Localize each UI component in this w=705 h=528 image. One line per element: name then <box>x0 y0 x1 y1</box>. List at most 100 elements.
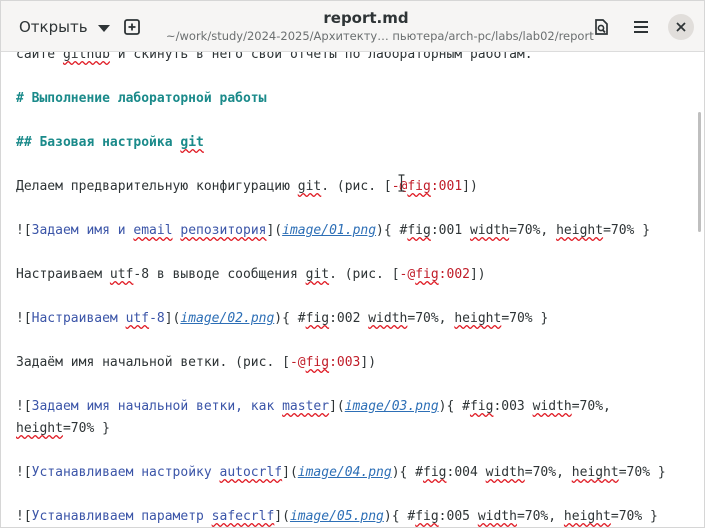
text-segment: =70%, <box>509 223 557 238</box>
text-segment: fig <box>407 179 431 194</box>
editor-line: ![Настраиваем utf-8](image/02.png){ #fig… <box>16 308 686 330</box>
editor-line: ## Базовая настройка git <box>16 132 686 154</box>
text-segment: git <box>297 179 322 194</box>
text-segment: =70% } <box>501 311 549 326</box>
text-segment: =70%, <box>524 465 572 480</box>
text-segment: github <box>62 52 110 62</box>
text-segment: fig <box>469 399 494 414</box>
text-segment: =70% } <box>603 223 651 238</box>
text-segment: Задаём имя начальной ветки. (рис. [ <box>16 355 290 370</box>
text-segment: сайте <box>16 52 63 62</box>
window-title: report.md <box>323 9 409 27</box>
text-segment: . (рис. [ <box>321 179 392 194</box>
editor-line: ![Задаем имя начальной ветки, как master… <box>16 396 686 418</box>
text-segment: =70%, <box>516 509 564 524</box>
text-segment: репозитория <box>180 223 267 238</box>
editor-line: ​ <box>16 330 686 352</box>
file-path-subtitle: ~/work/study/2024-2025/Архитекту… пьютер… <box>166 29 594 43</box>
text-segment: ){ # <box>438 399 470 414</box>
text-segment: utf <box>109 267 134 282</box>
text-segment: ){ # <box>274 311 306 326</box>
text-segment: safecrlf <box>211 509 275 524</box>
editor-line: ​ <box>16 374 686 396</box>
document-save-icon <box>595 19 608 35</box>
text-segment: Задаем имя начальной ветки, как <box>31 399 283 414</box>
window-title-area: report.md ~/work/study/2024-2025/Архитек… <box>166 9 594 44</box>
new-tab-button[interactable] <box>117 12 147 42</box>
editor-line: ​ <box>16 484 686 506</box>
text-segment: height <box>556 223 604 238</box>
text-segment: height <box>16 421 63 436</box>
text-segment: =70%, <box>571 399 611 414</box>
text-segment: ![ <box>16 399 32 414</box>
main-menu-button[interactable] <box>626 12 656 42</box>
text-segment: ]) <box>469 267 486 282</box>
text-segment: ]) <box>462 179 478 194</box>
text-segment: ]( <box>282 465 298 480</box>
text-segment: Настраиваем <box>31 311 126 326</box>
open-button[interactable]: Открыть <box>9 12 120 42</box>
text-segment: :002 <box>329 311 369 326</box>
text-segment: Делаем предварительную конфигурацию <box>16 179 298 194</box>
text-segment: -@ <box>289 355 306 370</box>
text-editor-area[interactable]: сайте github и скинуть в него свои отчет… <box>1 52 704 527</box>
text-cursor-icon <box>398 174 405 192</box>
text-segment: ]( <box>164 311 181 326</box>
editor-line: ​ <box>16 110 686 132</box>
text-segment: :002 <box>438 267 470 282</box>
editor-line: height=70% } <box>16 418 686 440</box>
text-segment: ![ <box>16 311 32 326</box>
text-segment: ){ # <box>383 509 416 524</box>
text-segment: utf <box>125 311 150 326</box>
text-segment: master <box>282 399 330 414</box>
text-segment: ![ <box>16 223 32 238</box>
close-window-button[interactable] <box>666 12 696 42</box>
text-segment: ## Базовая настройка <box>16 135 181 150</box>
save-as-button[interactable] <box>586 12 616 42</box>
text-segment: . (рис. [ <box>329 267 400 282</box>
text-segment: image/04.png <box>297 465 392 480</box>
editor-line: ​ <box>16 440 686 462</box>
text-segment: image/01.png <box>282 223 377 238</box>
close-button-circle <box>668 14 694 40</box>
text-segment: -8 в выводе сообщения <box>133 267 306 282</box>
text-segment: autocrlf <box>219 465 283 480</box>
text-segment: width <box>469 223 510 238</box>
hamburger-menu-icon <box>634 21 648 33</box>
text-segment: # Выполнение лабораторной работы <box>16 91 267 106</box>
text-segment: fig <box>407 223 431 238</box>
chevron-down-icon <box>97 24 110 32</box>
text-segment: =70% } <box>618 465 666 480</box>
text-editor-window: Открыть report.md ~/work/study/2024-2025… <box>0 0 705 528</box>
text-segment: :003 <box>329 355 361 370</box>
editor-line: ![Устанавливаем настройку autocrlf](imag… <box>16 462 686 484</box>
text-segment: :004 <box>446 465 486 480</box>
text-segment: width <box>368 311 408 326</box>
header-bar: Открыть report.md ~/work/study/2024-2025… <box>1 1 704 52</box>
text-segment: Устанавливаем параметр <box>31 509 212 524</box>
editor-line: ​ <box>16 242 686 264</box>
text-segment: height <box>454 311 502 326</box>
text-segment: :005 <box>438 509 478 524</box>
text-segment: =70% } <box>610 509 658 524</box>
text-segment: height <box>563 509 611 524</box>
text-segment: ){ # <box>376 223 408 238</box>
text-segment: :001 <box>430 179 463 194</box>
text-segment: ]( <box>329 399 345 414</box>
text-segment: ){ # <box>391 465 424 480</box>
vertical-scrollbar[interactable] <box>698 112 701 232</box>
editor-line: сайте github и скинуть в него свои отчет… <box>16 52 686 66</box>
text-segment: email <box>133 223 173 238</box>
text-segment: :003 <box>493 399 533 414</box>
text-segment: image/02.png <box>180 311 275 326</box>
text-segment: ]( <box>266 223 283 238</box>
text-segment: Настраиваем <box>16 267 110 282</box>
text-segment: image/03.png <box>344 399 439 414</box>
new-tab-icon <box>124 19 140 35</box>
text-segment: =70% } <box>62 421 110 436</box>
text-segment: Задаем имя и <box>31 223 134 238</box>
text-segment: =70%, <box>407 311 455 326</box>
text-segment: -8 <box>149 311 165 326</box>
text-segment: -@ <box>399 267 416 282</box>
text-segment: fig <box>305 311 330 326</box>
